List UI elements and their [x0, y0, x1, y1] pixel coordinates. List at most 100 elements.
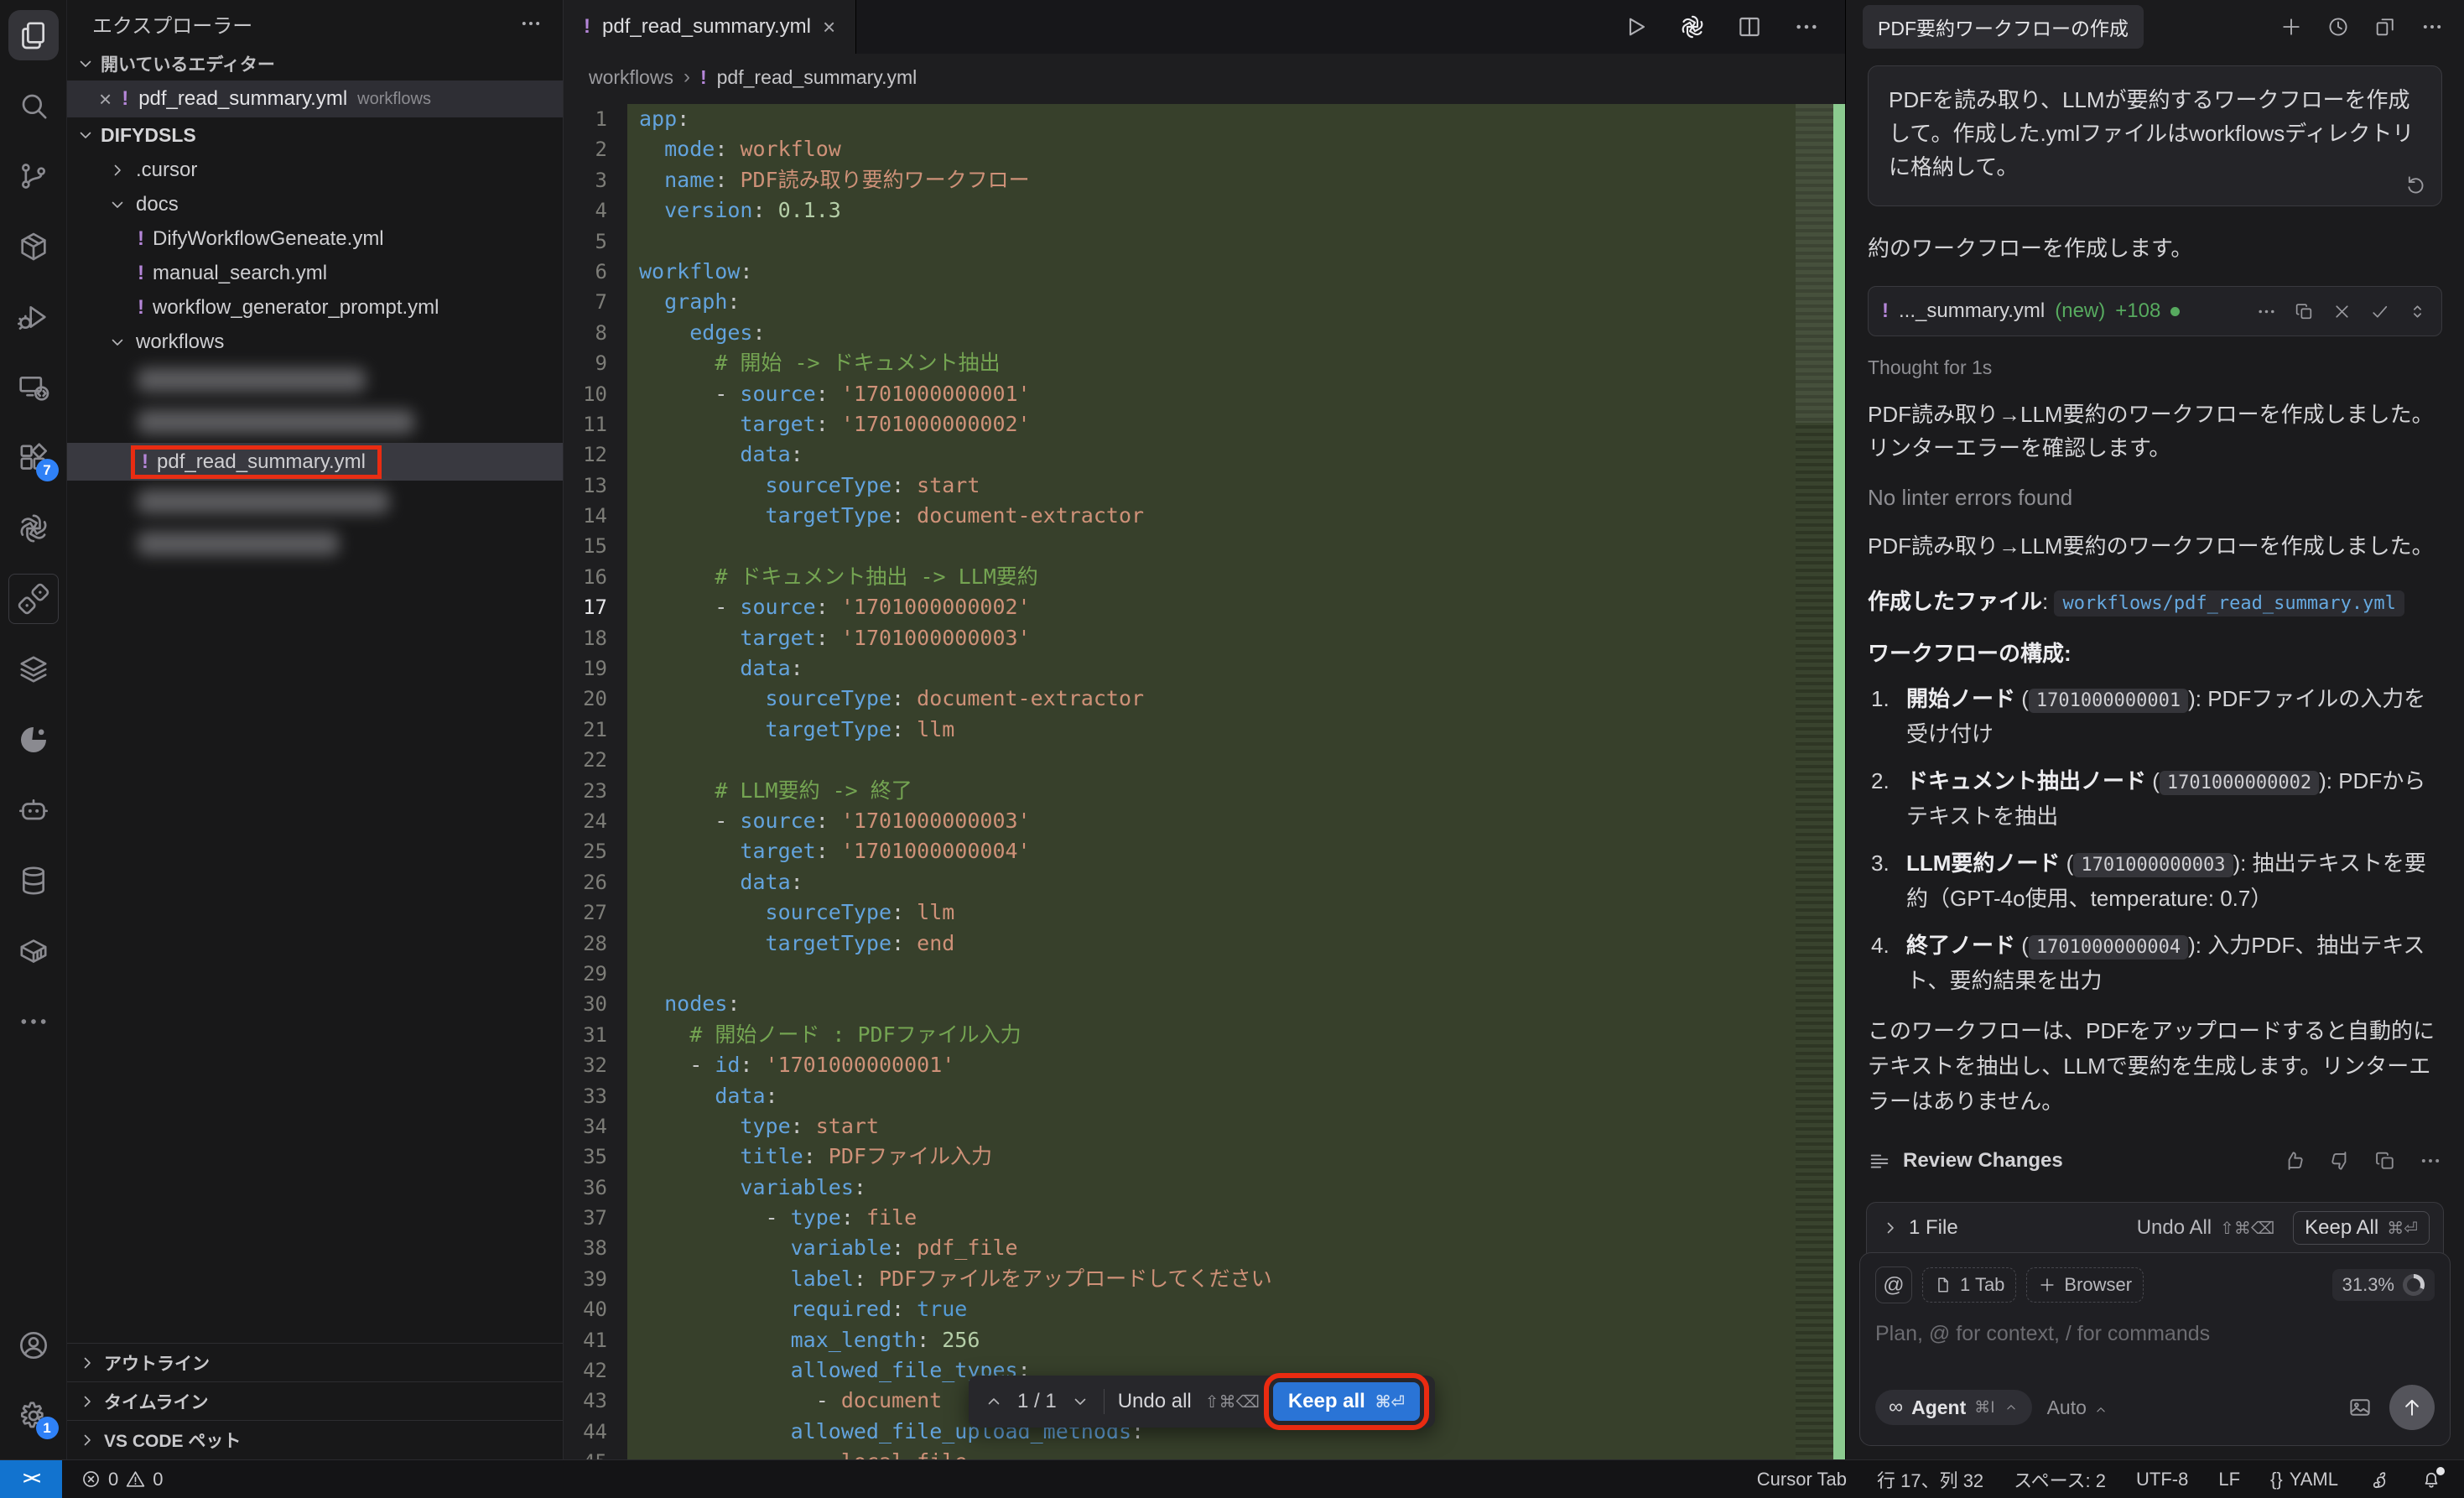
code-line[interactable]: 9 # 開始 -> ドキュメント抽出 [564, 348, 1845, 378]
activity-container-button[interactable] [0, 916, 67, 986]
code-line[interactable]: 40 required: true [564, 1294, 1845, 1324]
browser-context-chip[interactable]: Browser [2026, 1267, 2144, 1303]
prev-change-icon[interactable] [984, 1391, 1004, 1412]
thumb-up-icon[interactable] [2283, 1149, 2306, 1173]
code-line[interactable]: 6workflow: [564, 257, 1845, 287]
code-line[interactable]: 17 - source: '1701000000002' [564, 592, 1845, 622]
breadcrumb-folder[interactable]: workflows [589, 66, 673, 89]
open-editor-item[interactable]: × ! pdf_read_summary.yml workflows [67, 81, 563, 117]
code-line[interactable]: 1app: [564, 104, 1845, 134]
changed-files-count[interactable]: 1 File [1909, 1216, 1958, 1240]
activity-layers-button[interactable] [0, 634, 67, 705]
code-line[interactable]: 18 target: '1701000000003' [564, 623, 1845, 653]
code-line[interactable]: 37 - type: file [564, 1203, 1845, 1233]
openai-icon[interactable] [1679, 13, 1706, 40]
explorer-more-icon[interactable] [519, 12, 543, 35]
code-line[interactable]: 21 targetType: llm [564, 715, 1845, 745]
keep-all-button[interactable]: Keep all ⌘⏎ [1273, 1382, 1420, 1421]
close-icon[interactable]: × [99, 86, 112, 112]
code-line[interactable]: 19 data: [564, 653, 1845, 684]
tree-item-redacted[interactable] [67, 401, 563, 443]
next-change-icon[interactable] [1070, 1391, 1090, 1412]
code-line[interactable]: 20 sourceType: document-extractor [564, 684, 1845, 714]
keep-all-button[interactable]: Keep All ⌘⏎ [2293, 1211, 2430, 1245]
code-line[interactable]: 15 [564, 531, 1845, 561]
chat-input-placeholder[interactable]: Plan, @ for context, / for commands [1875, 1322, 2435, 1346]
code-editor[interactable]: 1app:2 mode: workflow3 name: PDF読み取り要約ワー… [564, 101, 1845, 1459]
tree-item-workflows[interactable]: workflows [67, 325, 563, 359]
activity-run-debug-button[interactable] [0, 282, 67, 352]
code-line[interactable]: 16 # ドキュメント抽出 -> LLM要約 [564, 562, 1845, 592]
context-usage[interactable]: 31.3% [2332, 1269, 2435, 1301]
chevron-right-icon[interactable] [1880, 1218, 1900, 1238]
code-line[interactable]: 29 [564, 959, 1845, 989]
code-line[interactable]: 4 version: 0.1.3 [564, 195, 1845, 226]
tree-item-DifyWorkflowGeneate.yml[interactable]: !DifyWorkflowGeneate.yml [67, 221, 563, 256]
activity-extensions-button[interactable]: 7 [0, 423, 67, 493]
code-line[interactable]: 7 graph: [564, 287, 1845, 317]
code-line[interactable]: 36 variables: [564, 1173, 1845, 1203]
indentation-status[interactable]: スペース: 2 [2014, 1466, 2106, 1493]
code-line[interactable]: 38 variable: pdf_file [564, 1233, 1845, 1263]
activity-settings-button[interactable]: 1 [0, 1381, 67, 1451]
code-line[interactable]: 23 # LLM要約 -> 終了 [564, 776, 1845, 806]
section-outline[interactable]: アウトライン [67, 1344, 563, 1382]
code-line[interactable]: 24 - source: '1701000000003' [564, 806, 1845, 836]
close-icon[interactable]: × [823, 14, 835, 40]
chat-input-box[interactable]: @ 1 Tab Browser 31.3% [1859, 1252, 2451, 1446]
activity-source-control-button[interactable] [0, 141, 67, 211]
more-h-icon[interactable] [2420, 15, 2444, 39]
language-mode-status[interactable]: {} YAML [2270, 1469, 2338, 1490]
open-editors-section[interactable]: 開いているエディター [67, 47, 563, 81]
minimap[interactable] [1796, 104, 1833, 1459]
activity-account-button[interactable] [0, 1310, 67, 1381]
close-icon[interactable] [2331, 301, 2352, 322]
code-line[interactable]: 11 target: '1701000000002' [564, 409, 1845, 440]
section-timeline[interactable]: タイムライン [67, 1382, 563, 1421]
chat-tab[interactable]: PDF要約ワークフローの作成 [1863, 5, 2144, 49]
check-icon[interactable] [2369, 301, 2390, 322]
history-icon[interactable] [2326, 15, 2350, 39]
tab-context-chip[interactable]: 1 Tab [1922, 1267, 2016, 1303]
code-line[interactable]: 32 - id: '1701000000001' [564, 1050, 1845, 1080]
code-line[interactable]: 10 - source: '1701000000001' [564, 379, 1845, 409]
breadcrumb[interactable]: workflows › ! pdf_read_summary.yml [564, 54, 1845, 101]
code-line[interactable]: 3 name: PDF読み取り要約ワークフロー [564, 165, 1845, 195]
code-line[interactable]: 30 nodes: [564, 989, 1845, 1019]
tree-item-docs[interactable]: docs [67, 187, 563, 221]
split-icon[interactable] [1736, 13, 1763, 40]
attach-image-icon[interactable] [2347, 1395, 2373, 1420]
pets-status[interactable] [2368, 1469, 2390, 1490]
thought-duration[interactable]: Thought for 1s [1868, 356, 2442, 379]
cursor-tab-status[interactable]: Cursor Tab [1757, 1469, 1847, 1490]
code-line[interactable]: 14 targetType: document-extractor [564, 501, 1845, 531]
encoding-status[interactable]: UTF-8 [2136, 1469, 2188, 1490]
code-line[interactable]: 41 max_length: 256 [564, 1325, 1845, 1355]
tree-item-redacted[interactable] [67, 523, 563, 564]
activity-explorer-button[interactable] [0, 0, 67, 70]
project-root[interactable]: DIFYDSLS [67, 117, 563, 153]
code-line[interactable]: 34 type: start [564, 1111, 1845, 1142]
created-file-path[interactable]: workflows/pdf_read_summary.yml [2054, 590, 2404, 616]
code-line[interactable]: 39 label: PDFファイルをアップロードしてください [564, 1264, 1845, 1294]
user-message[interactable]: PDFを読み取り、LLMが要約するワークフローを作成して。作成した.ymlファイ… [1868, 65, 2442, 206]
code-line[interactable]: 8 edges: [564, 318, 1845, 348]
tree-item-.cursor[interactable]: .cursor [67, 153, 563, 187]
activity-coverage-button[interactable] [0, 705, 67, 775]
copy-icon[interactable] [2373, 1149, 2397, 1173]
activity-package-button[interactable] [0, 211, 67, 282]
thumb-down-icon[interactable] [2328, 1149, 2352, 1173]
cursor-position-status[interactable]: 行 17、列 32 [1877, 1466, 1983, 1493]
add-context-button[interactable]: @ [1875, 1267, 1912, 1303]
code-line[interactable]: 28 targetType: end [564, 928, 1845, 959]
code-line[interactable]: 35 title: PDFファイル入力 [564, 1142, 1845, 1172]
activity-more-h-button[interactable] [0, 986, 67, 1057]
code-line[interactable]: 33 data: [564, 1081, 1845, 1111]
code-line[interactable]: 25 target: '1701000000004' [564, 836, 1845, 866]
code-line[interactable]: 26 data: [564, 867, 1845, 897]
remote-indicator[interactable]: >< [0, 1460, 62, 1498]
play-icon[interactable] [1622, 13, 1649, 40]
activity-plugin-button[interactable] [0, 564, 67, 634]
restore-checkpoint-icon[interactable] [2404, 172, 2428, 195]
activity-database-button[interactable] [0, 845, 67, 916]
